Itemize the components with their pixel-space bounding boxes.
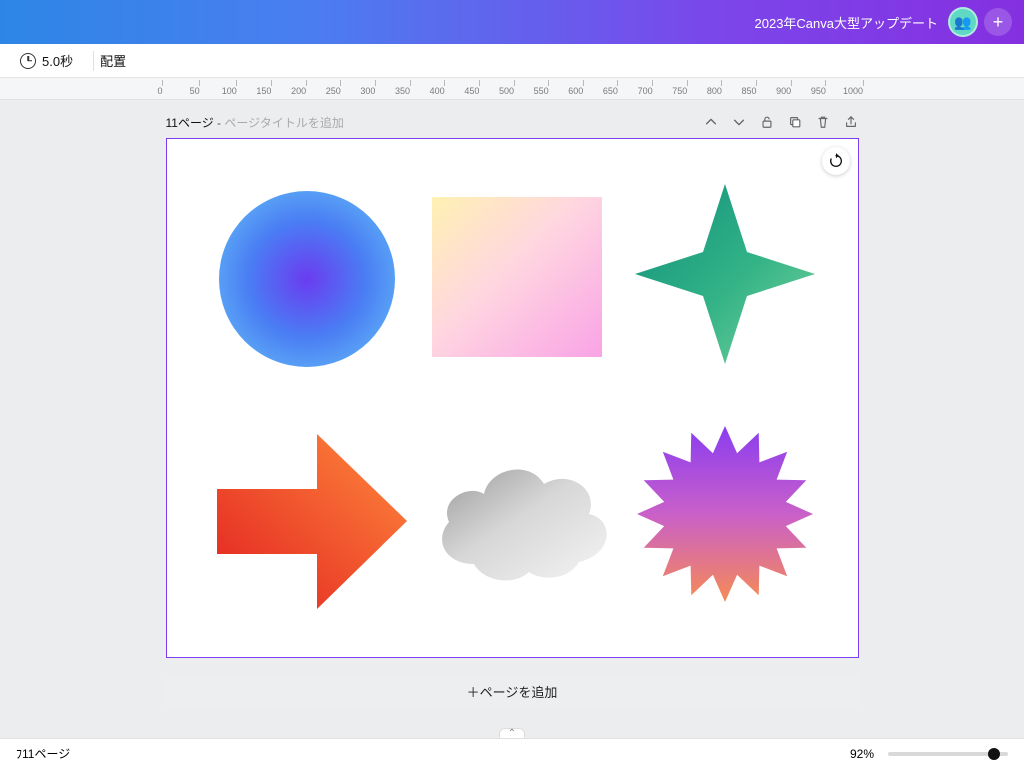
page-number-label: 11ページ [166, 116, 214, 130]
ruler-tick: 550 [541, 80, 556, 96]
arrange-button[interactable]: 配置 [100, 51, 126, 70]
add-page-button[interactable]: ＋ページを追加 [166, 674, 859, 708]
ruler-tick: 900 [784, 80, 799, 96]
ruler-tick: 0 [160, 80, 165, 96]
ruler-tick: 250 [333, 80, 348, 96]
page-indicator[interactable]: ﾌ11ページ [16, 745, 70, 762]
page-header: 11ページ - ページタイトルを追加 [166, 112, 859, 132]
avatar-emoji-icon: 👥 [954, 14, 971, 31]
refresh-icon [828, 153, 844, 169]
ruler[interactable]: 0 50 100 150 200 250 300 350 400 450 500 550 600 650 7… [0, 78, 1024, 100]
design-title[interactable]: 2023年Canva大型アップデート [755, 13, 939, 32]
page-sep: - [214, 116, 225, 130]
ruler-tick: 800 [714, 80, 729, 96]
page-up-button[interactable] [703, 114, 719, 130]
duplicate-icon[interactable] [787, 114, 803, 130]
lock-icon[interactable] [759, 114, 775, 130]
footer: ﾌ11ページ 92% [0, 738, 1024, 768]
clock-icon [20, 53, 36, 69]
ruler-tick: 350 [403, 80, 418, 96]
ruler-tick: 750 [680, 80, 695, 96]
plus-icon: + [993, 12, 1004, 33]
ruler-tick: 450 [472, 80, 487, 96]
arrange-label: 配置 [100, 51, 126, 70]
avatar[interactable]: 👥 [948, 7, 978, 37]
ruler-tick: 100 [229, 80, 244, 96]
ruler-tick: 600 [576, 80, 591, 96]
shape-square[interactable] [432, 197, 602, 357]
ruler-tick: 300 [368, 80, 383, 96]
shape-arrow[interactable] [217, 434, 407, 609]
workspace: 11ページ - ページタイトルを追加 [0, 100, 1024, 738]
canvas[interactable] [166, 138, 859, 658]
ruler-tick: 950 [818, 80, 833, 96]
page-down-button[interactable] [731, 114, 747, 130]
ruler-tick: 500 [507, 80, 522, 96]
share-icon[interactable] [843, 114, 859, 130]
toolbar-separator [93, 51, 94, 71]
ruler-tick: 50 [195, 80, 205, 96]
page-title-hint[interactable]: ページタイトルを追加 [224, 116, 344, 130]
shape-cloud[interactable] [429, 454, 614, 584]
ruler-tick: 150 [264, 80, 279, 96]
ruler-tick: 200 [299, 80, 314, 96]
ruler-tick: 700 [645, 80, 660, 96]
ruler-tick: 850 [749, 80, 764, 96]
ruler-tick: 1000 [853, 80, 873, 96]
delete-icon[interactable] [815, 114, 831, 130]
shape-star4[interactable] [635, 184, 815, 364]
duration-label: 5.0秒 [42, 51, 73, 70]
shape-circle[interactable] [217, 189, 397, 369]
add-collaborator-button[interactable]: + [984, 8, 1012, 36]
app-header: 2023年Canva大型アップデート 👥 + [0, 0, 1024, 44]
add-page-label: ＋ページを追加 [467, 682, 558, 701]
ruler-tick: 400 [437, 80, 452, 96]
zoom-slider-thumb[interactable] [988, 748, 1000, 760]
zoom-slider[interactable] [888, 752, 1008, 756]
regenerate-button[interactable] [822, 147, 850, 175]
context-toolbar: 5.0秒 配置 [0, 44, 1024, 78]
ruler-tick: 650 [610, 80, 625, 96]
duration-control[interactable]: 5.0秒 [20, 51, 73, 70]
shape-burst[interactable] [635, 424, 815, 604]
panel-drag-handle[interactable]: ⌃ [499, 728, 525, 738]
zoom-label[interactable]: 92% [850, 747, 874, 761]
